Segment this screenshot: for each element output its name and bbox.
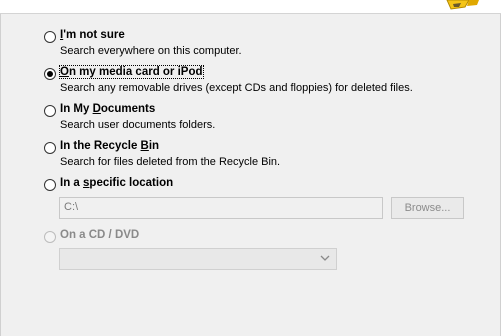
- radio-cd-dvd[interactable]: [44, 231, 56, 243]
- option-recycle-bin-description: Search for files deleted from the Recycl…: [60, 156, 281, 168]
- option-media-card-label[interactable]: On my media card or iPod: [59, 65, 204, 79]
- search-location-panel: [0, 14, 501, 336]
- option-specific-location-label[interactable]: In a specific location: [60, 177, 173, 189]
- option-media-card-description: Search any removable drives (except CDs …: [60, 82, 413, 94]
- radio-specific-location[interactable]: [44, 179, 56, 191]
- option-not-sure-label[interactable]: I'm not sure: [60, 29, 125, 41]
- location-path-field[interactable]: C:\: [59, 197, 383, 219]
- option-recycle-bin-label[interactable]: In the Recycle Bin: [60, 140, 159, 152]
- option-my-documents-description: Search user documents folders.: [60, 119, 216, 131]
- radio-media-card[interactable]: [44, 68, 56, 80]
- option-my-documents-label[interactable]: In My Documents: [60, 103, 155, 115]
- option-not-sure-description: Search everywhere on this computer.: [60, 45, 242, 57]
- browse-button[interactable]: Browse...: [391, 197, 464, 219]
- option-cd-dvd-label[interactable]: On a CD / DVD: [60, 229, 139, 241]
- chevron-down-icon: [320, 255, 330, 261]
- radio-recycle-bin[interactable]: [44, 142, 56, 154]
- panel-left-border: [0, 14, 1, 336]
- radio-my-documents[interactable]: [44, 105, 56, 117]
- radio-not-sure[interactable]: [44, 31, 56, 43]
- cd-dvd-drive-select[interactable]: [59, 248, 337, 270]
- wizard-header: [0, 0, 501, 14]
